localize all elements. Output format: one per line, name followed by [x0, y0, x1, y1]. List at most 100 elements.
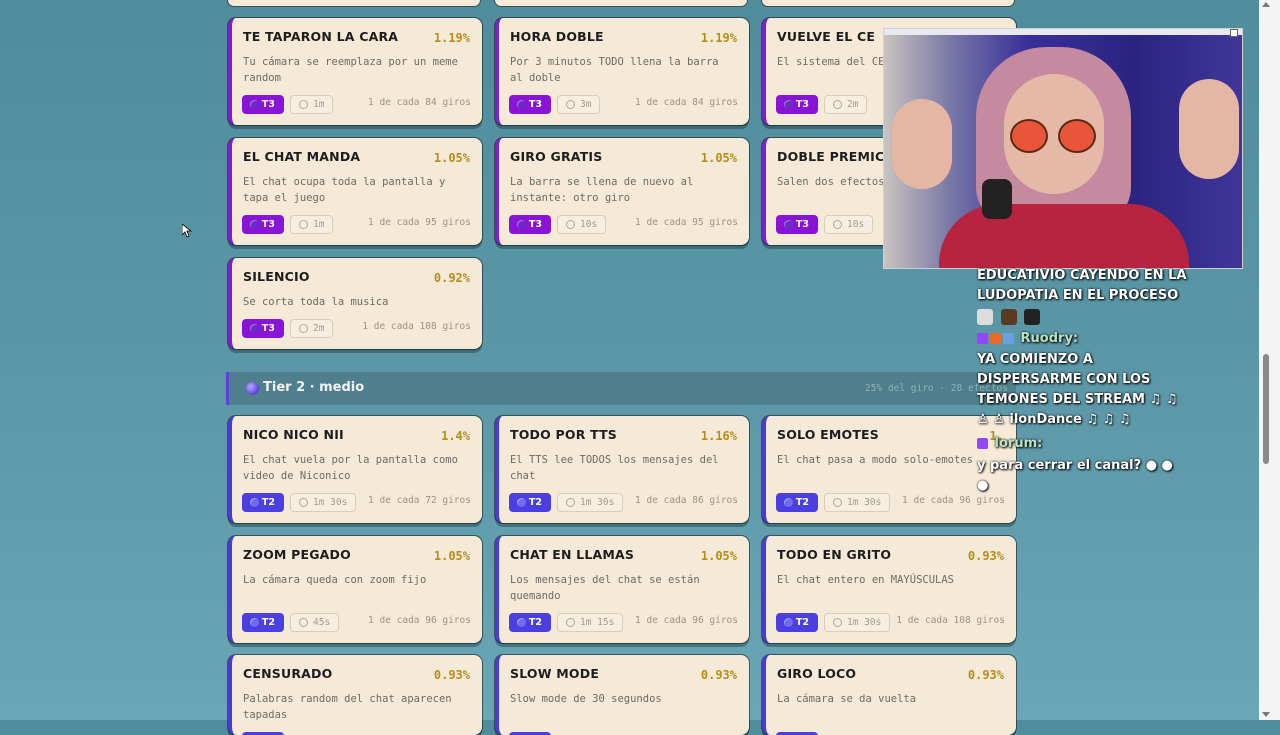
- chat-user-line: lorum:: [977, 434, 1042, 454]
- scroll-up-icon[interactable]: [1262, 2, 1270, 7]
- badge-icon: [1003, 333, 1014, 344]
- effect-description: La cámara se da vuelta: [777, 693, 917, 705]
- effect-card[interactable]: CENSURADO 0.93% Palabras random del chat a…: [228, 655, 482, 735]
- tier-badge-label: T2: [528, 497, 542, 508]
- duration-chip: 10s: [824, 215, 874, 234]
- tier-badge-label: T3: [261, 323, 275, 334]
- effect-meta: T2 45s 1 de cada 96 giros: [242, 613, 471, 633]
- effect-card[interactable]: EL CHAT MANDA 1.05% El chat ocupa toda la …: [228, 138, 482, 245]
- duration-chip: 3m: [557, 95, 601, 114]
- duration-chip: 1m 30s: [824, 493, 891, 512]
- effect-percent: 1.05%: [433, 151, 470, 165]
- scrollbar-thumb[interactable]: [1263, 354, 1269, 464]
- sub-badge-icon: [977, 333, 988, 344]
- effect-description: Slow mode de 30 segundos: [510, 693, 662, 705]
- dance-emote-icon: ♙ ♙: [977, 412, 1005, 427]
- tier-badge-label: T3: [528, 219, 542, 230]
- tier-badge: T3: [242, 95, 284, 114]
- effect-card[interactable]: GIRO GRATIS 1.05% La barra se llena de nue…: [495, 138, 749, 245]
- tier-dot-icon: [784, 100, 793, 109]
- tier-badge: T2: [509, 493, 551, 512]
- effect-meta: T2 1m 30s 1 de cada 96 giros: [776, 493, 1005, 513]
- effect-title: GIRO LOCO: [777, 666, 857, 681]
- person-shirt: [939, 204, 1189, 268]
- chat-line: DISPERSARME CON LOS: [977, 372, 1151, 387]
- effect-meta: T3 10s 1 de cada 95 giros: [509, 215, 738, 235]
- duration-chip: 10s: [557, 215, 607, 234]
- chat-text: ilonDance: [1009, 412, 1082, 427]
- effect-card[interactable]: TODO EN GRITO 0.93% El chat entero en MAYÚ…: [762, 536, 1016, 643]
- music-note-icon: ♫ ♫: [1149, 392, 1178, 407]
- scroll-down-icon[interactable]: [1262, 712, 1270, 717]
- effect-title: EL CHAT MANDA: [243, 149, 361, 164]
- effect-card[interactable]: CHAT EN LLAMAS 1.05% Los mensajes del chat…: [495, 536, 749, 643]
- duration-label: 1m 30s: [313, 497, 348, 508]
- tier-badge-label: T3: [528, 99, 542, 110]
- effect-percent: 1.19%: [700, 31, 737, 45]
- effect-percent: 1.05%: [700, 151, 737, 165]
- effect-card[interactable]: GIRO LOCO0.93%La cámara se da vueltaT2: [762, 655, 1016, 735]
- cursor-icon: [182, 224, 192, 238]
- effect-description: Los mensajes del chat se están quemando: [510, 574, 700, 602]
- effect-card[interactable]: SILENCIO 0.92% Se corta toda la musica T3 2m…: [228, 258, 482, 349]
- tier-badge-label: T3: [261, 99, 275, 110]
- effect-title: CHAT EN LLAMAS: [510, 547, 635, 562]
- chat-emotes: [977, 307, 1043, 327]
- hand-left: [892, 99, 952, 189]
- effect-card[interactable]: ZOOM PEGADO 1.05% La cámara queda con zoom…: [228, 536, 482, 643]
- duration-chip: 1m 15s: [557, 613, 624, 632]
- chat-username[interactable]: lorum:: [995, 436, 1043, 451]
- emote-icon: [1024, 308, 1041, 325]
- tier-badge: T3: [242, 215, 284, 234]
- effect-percent: 1.16%: [700, 429, 737, 443]
- emote-icon: [1000, 308, 1017, 325]
- effect-description: El chat pasa a modo solo-emotes: [777, 454, 973, 466]
- tier-dot-icon: [784, 220, 793, 229]
- effect-percent: 0.93%: [967, 668, 1004, 682]
- tier-badge: T3: [509, 95, 551, 114]
- effect-card[interactable]: TODO POR TTS 1.16% El TTS lee TODOS los me…: [495, 416, 749, 523]
- effect-card[interactable]: NICO NICO NII 1.4% El chat vuela por la pa…: [228, 416, 482, 523]
- emote-icon: ● ●: [1145, 458, 1173, 473]
- clock-icon: [566, 618, 575, 627]
- effect-percent: 0.93%: [433, 668, 470, 682]
- effect-card[interactable]: HORA DOBLE 1.19% Por 3 minutos TODO llena …: [495, 18, 749, 125]
- effect-card[interactable]: TE TAPARON LA CARA 1.19% Tu cámara se reem…: [228, 18, 482, 125]
- tier-badge-label: T2: [261, 497, 275, 508]
- duration-label: 1m 15s: [580, 617, 615, 628]
- chat-line: y para cerrar el canal? ● ●: [977, 456, 1173, 476]
- duration-label: 2m: [847, 99, 859, 110]
- tier-dot-icon: [250, 618, 259, 627]
- effect-title: SLOW MODE: [510, 666, 600, 681]
- tier-dot-icon: [784, 618, 793, 627]
- glasses-icon: [1010, 119, 1048, 153]
- duration-chip: 45s: [290, 613, 340, 632]
- effect-card[interactable]: SLOW MODE0.93%Slow mode de 30 segundosT2: [495, 655, 749, 735]
- chat-line: YA COMIENZO A: [977, 352, 1093, 367]
- tier-badge-label: T3: [795, 99, 809, 110]
- duration-chip: 1m 30s: [557, 493, 624, 512]
- chat-line: LUDOPATIA EN EL PROCESO: [977, 288, 1179, 303]
- effect-description: Tu cámara se reemplaza por un meme rando…: [243, 56, 458, 84]
- chat-line: TEMONES DEL STREAM ♫ ♫: [977, 390, 1177, 410]
- tier-orb-icon: [246, 382, 259, 395]
- tier-dot-icon: [250, 220, 259, 229]
- duration-chip: 1m: [290, 95, 334, 114]
- chat-text: y para cerrar el canal?: [977, 458, 1142, 473]
- tier-dot-icon: [250, 100, 259, 109]
- chat-username[interactable]: Ruodry:: [1021, 331, 1079, 346]
- close-icon[interactable]: [1230, 29, 1238, 37]
- tier-dot-icon: [517, 100, 526, 109]
- effect-meta: T3 3m 1 de cada 84 giros: [509, 95, 738, 115]
- tier-label: Tier 2 · medio: [263, 380, 365, 395]
- frequency-label: 1 de cada 96 giros: [635, 615, 738, 626]
- duration-label: 1m: [313, 99, 325, 110]
- music-note-icon: ♫ ♫ ♫: [1086, 412, 1131, 427]
- effect-title: TODO POR TTS: [510, 427, 618, 442]
- duration-chip: 1m 30s: [290, 493, 357, 512]
- clock-icon: [566, 498, 575, 507]
- duration-chip: 1m 30s: [824, 613, 891, 632]
- tier-header: Tier 2 · medio 25% del giro · 28 efectos: [226, 372, 1016, 405]
- chat-line: ♙ ♙ ilonDance ♫ ♫ ♫: [977, 410, 1130, 430]
- frequency-label: 1 de cada 108 giros: [896, 615, 1005, 626]
